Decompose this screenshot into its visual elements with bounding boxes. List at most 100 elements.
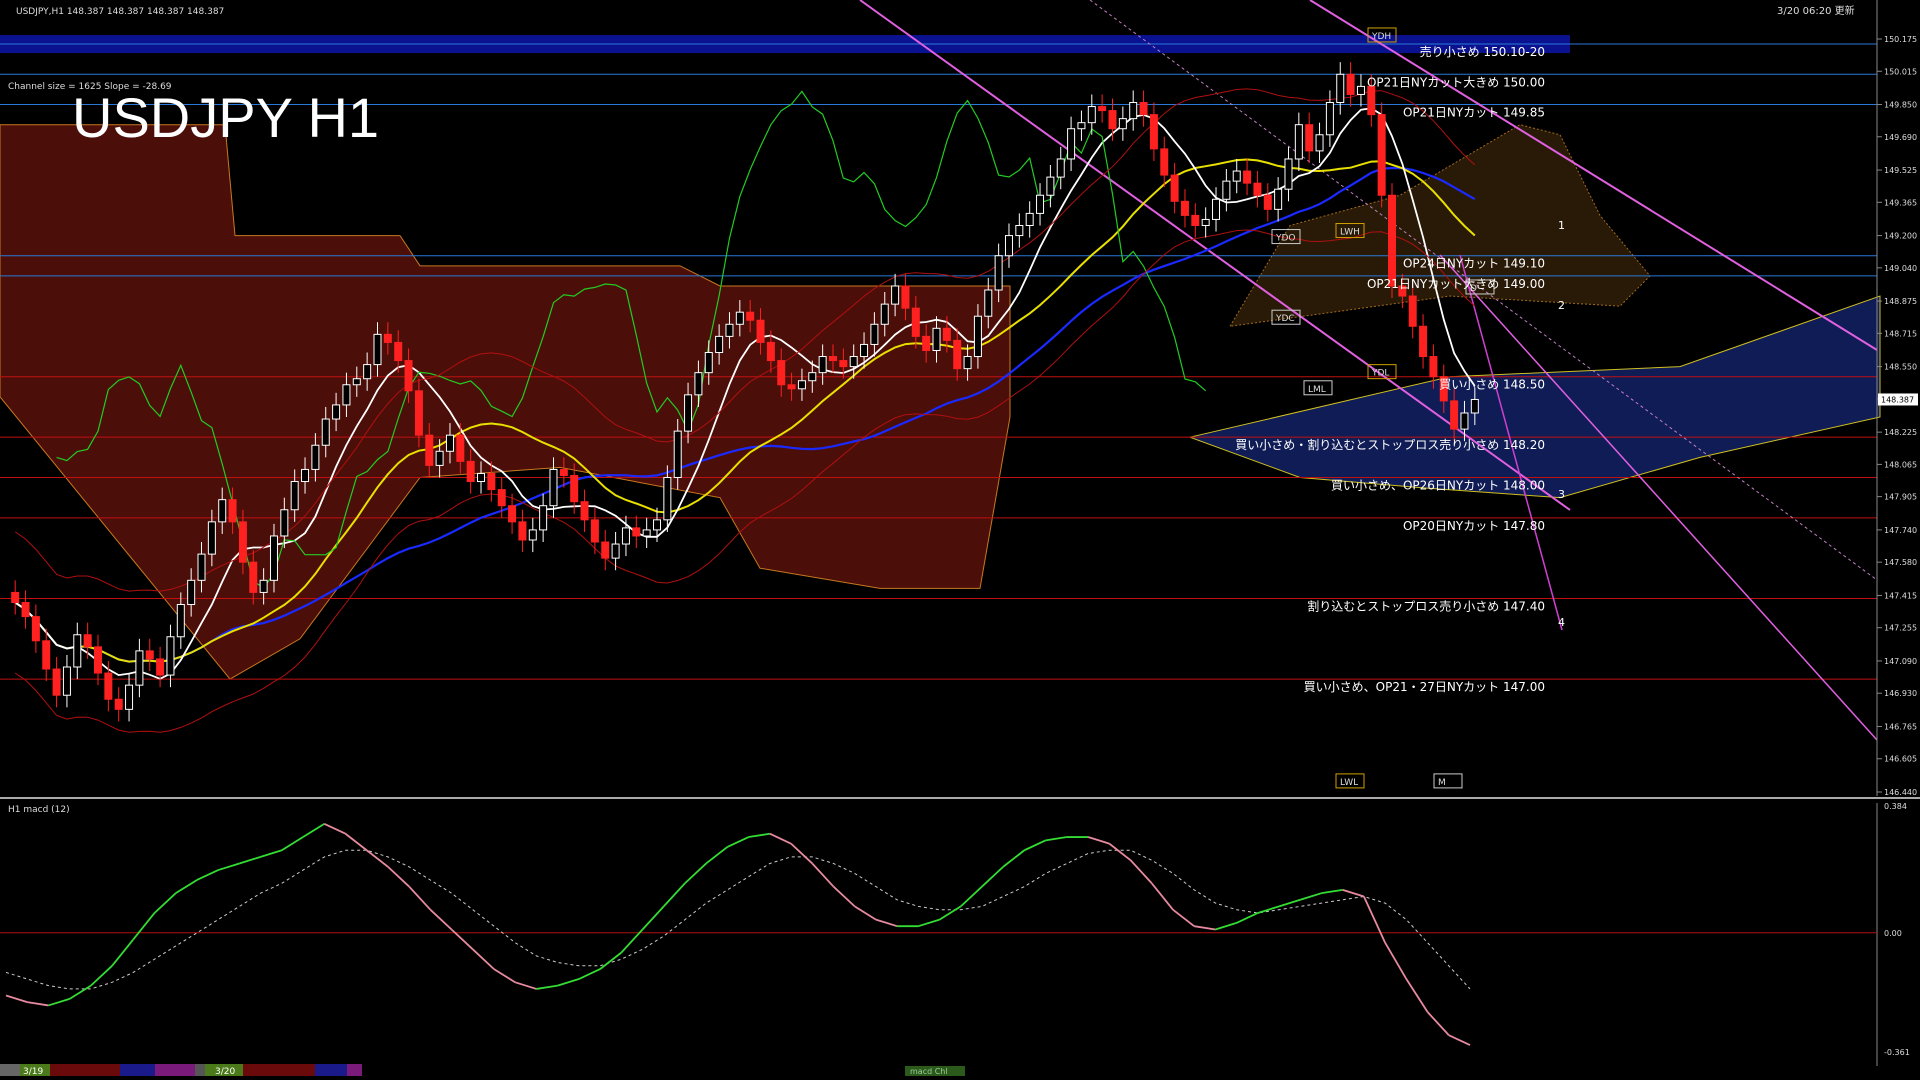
axis-tick-label: 147.090	[1884, 657, 1917, 666]
candle-body	[1191, 214, 1200, 226]
level-label: 買い小さめ、OP26日NYカット 148.00	[1331, 478, 1545, 492]
candle-body	[1367, 85, 1376, 116]
macd-tick-label: 0.384	[1884, 802, 1907, 811]
candle-body	[1025, 212, 1034, 226]
axis-tick-label: 146.930	[1884, 689, 1917, 698]
candle-body	[352, 378, 361, 386]
candle-body	[1212, 198, 1221, 220]
axis-tick-label: 147.740	[1884, 526, 1917, 535]
marker-label: LML	[1308, 385, 1326, 395]
candle-body	[549, 468, 558, 507]
candle-body	[1087, 106, 1096, 124]
axis-tick-label: 149.690	[1884, 133, 1917, 142]
candle-body	[52, 668, 61, 696]
tab-macd-chl[interactable]: macd Chl	[910, 1067, 948, 1076]
candle-body	[31, 616, 40, 642]
candle-body	[1460, 412, 1469, 430]
candle-body	[570, 474, 579, 503]
candle-body	[508, 505, 517, 523]
tab-date-1[interactable]: 3/19	[23, 1067, 43, 1077]
axis-tick-label: 148.065	[1884, 460, 1917, 469]
candle-body	[911, 307, 920, 337]
candle-body	[11, 591, 20, 603]
marker-label: YDC	[1275, 314, 1295, 324]
candle-body	[93, 646, 102, 674]
axis-tick-label: 149.525	[1884, 166, 1917, 175]
candle-body	[425, 434, 434, 466]
candle-body	[1222, 180, 1231, 200]
candle-body	[611, 543, 620, 559]
candle-body	[280, 509, 289, 537]
axis-tick-label: 149.850	[1884, 101, 1917, 110]
candle-body	[290, 481, 299, 511]
candle-body	[1325, 102, 1334, 136]
candle-body	[197, 553, 206, 581]
candle-body	[414, 390, 423, 436]
candle-body	[839, 360, 848, 368]
axis-tick-label: 146.440	[1884, 788, 1917, 797]
candle-body	[1450, 400, 1459, 430]
candle-body	[1129, 102, 1138, 120]
level-label: 買い小さめ・割り込むとストップロス売り小さめ 148.20	[1235, 437, 1545, 452]
candle-body	[601, 541, 610, 559]
marker-label: LWH	[1340, 228, 1360, 238]
chart-canvas: YDHYDOYDCYDLLMLLWHLWL MD1234 売り小さめ 150.10…	[0, 0, 1920, 1080]
candle-body	[1419, 325, 1428, 358]
candle-body	[653, 519, 662, 531]
candle-body	[994, 255, 1003, 291]
candle-body	[1108, 110, 1117, 130]
tab-date-2[interactable]: 3/20	[215, 1067, 235, 1077]
candle-body	[849, 356, 858, 368]
candle-body	[383, 333, 392, 343]
candle-body	[766, 341, 775, 362]
candle-body	[1232, 170, 1241, 182]
candle-body	[1036, 194, 1045, 214]
candle-body	[1315, 134, 1324, 152]
candle-body	[621, 527, 630, 545]
level-label: OP20日NYカット 147.80	[1403, 519, 1545, 533]
axis-tick-label: 149.365	[1884, 198, 1917, 207]
axis-tick-label: 149.200	[1884, 232, 1917, 241]
level-label: 売り小さめ 150.10-20	[1420, 44, 1545, 59]
wave-label: 3	[1558, 488, 1565, 501]
axis-tick-label: 146.765	[1884, 722, 1917, 731]
candle-body	[1284, 158, 1293, 190]
candle-body	[725, 323, 734, 337]
candle-body	[828, 356, 837, 362]
candle-body	[797, 380, 806, 390]
candle-body	[539, 505, 548, 531]
candle-body	[321, 418, 330, 446]
candle-body	[1015, 224, 1024, 237]
candle-body	[1346, 73, 1355, 95]
candle-body	[746, 311, 755, 321]
candle-body	[818, 356, 827, 374]
wave-label: 1	[1558, 219, 1565, 232]
level-label: 買い小さめ、OP21・27日NYカット 147.00	[1304, 680, 1545, 694]
candle-body	[156, 658, 165, 676]
level-label: OP21日NYカット大きめ 150.00	[1367, 75, 1545, 89]
macd-tick-label: -0.361	[1884, 1048, 1910, 1057]
candle-body	[207, 521, 216, 555]
axis-tick-label: 147.415	[1884, 591, 1917, 600]
candle-body	[166, 636, 175, 676]
marker-label: LWL	[1340, 778, 1358, 788]
candle-body	[528, 529, 537, 541]
candle-body	[125, 684, 134, 710]
candle-body	[435, 450, 444, 466]
candle-body	[559, 468, 568, 476]
candle-body	[922, 335, 931, 351]
level-label: OP21日NYカット大きめ 149.00	[1367, 277, 1545, 291]
marker-label: YDL	[1371, 369, 1389, 379]
macd-label: H1 macd (12)	[8, 805, 70, 815]
level-label: 買い小さめ 148.50	[1439, 378, 1545, 392]
candle-body	[373, 333, 382, 366]
update-timestamp: 3/20 06:20 更新	[1777, 4, 1855, 17]
axis-tick-label: 148.225	[1884, 428, 1917, 437]
marker-label: M	[1438, 778, 1446, 788]
candle-body	[249, 561, 258, 593]
candle-body	[860, 343, 869, 358]
candle-body	[518, 521, 527, 541]
axis-tick-label: 148.550	[1884, 363, 1917, 372]
candle-body	[477, 472, 486, 483]
level-label: 割り込むとストップロス売り小さめ 147.40	[1307, 598, 1545, 613]
